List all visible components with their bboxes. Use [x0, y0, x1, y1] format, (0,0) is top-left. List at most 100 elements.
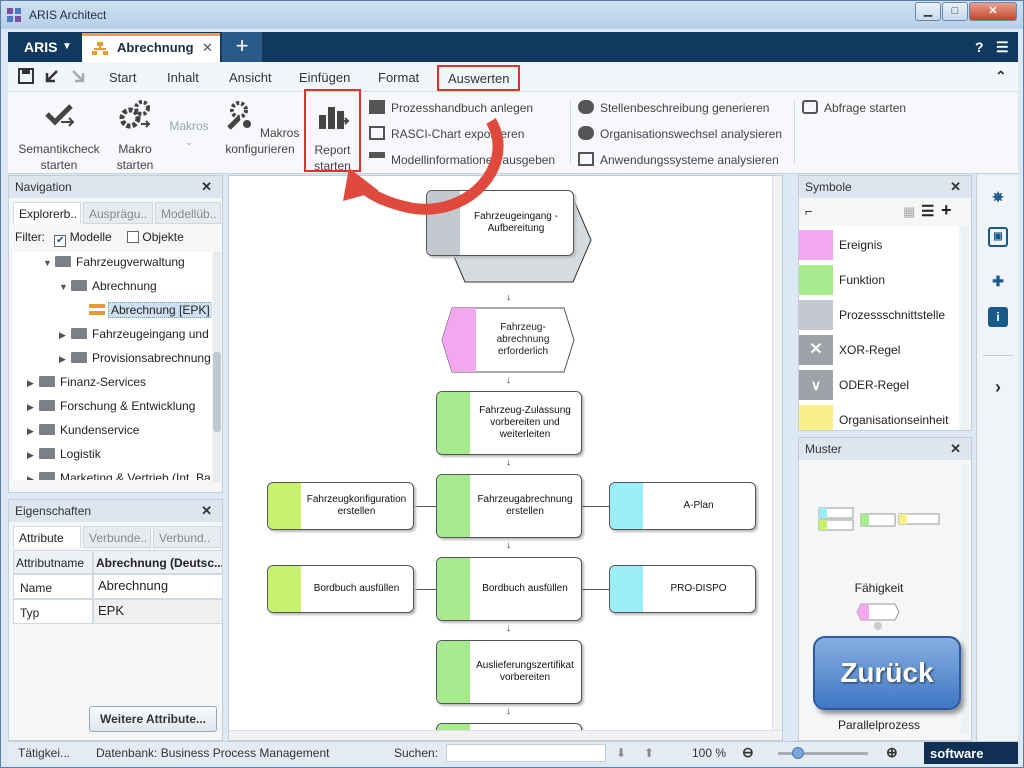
status-text: Tätigkei...: [18, 746, 71, 760]
tab-einfuegen[interactable]: Einfügen: [299, 70, 350, 85]
tab-format[interactable]: Format: [378, 70, 419, 85]
symbol-prozessschnittstelle[interactable]: Prozessschnittstelle: [799, 298, 959, 332]
close-icon[interactable]: ✕: [201, 179, 212, 195]
close-icon[interactable]: ✕: [950, 179, 961, 195]
pattern-parallelprozess[interactable]: Parallelprozess: [799, 718, 959, 732]
aris-menu-button[interactable]: ARIS ▼: [8, 32, 82, 62]
objekte-checkbox[interactable]: [127, 231, 140, 243]
folder-icon: [39, 424, 55, 435]
more-attributes-button[interactable]: Weitere Attribute...: [89, 706, 217, 732]
tree-item-selected[interactable]: Abrechnung [EPK]: [89, 302, 212, 318]
tab-verbunden-1[interactable]: Verbunde..: [83, 526, 151, 548]
zoom-in-icon[interactable]: ⊕: [886, 744, 898, 761]
function-icon: [799, 265, 833, 295]
tree-item[interactable]: ▼ Abrechnung: [59, 279, 157, 293]
attribute-value-cell[interactable]: Abrechnung: [93, 574, 223, 599]
makros-dropdown[interactable]: Makros ⌄: [166, 118, 212, 150]
symbol-oder-regel[interactable]: ∨ ODER-Regel: [799, 368, 959, 402]
tree-item[interactable]: ▶ Finanz-Services: [27, 375, 146, 389]
abfrage-starten-button[interactable]: Abfrage starten: [802, 100, 906, 115]
tab-modelluebersicht[interactable]: Modellüb..: [155, 202, 221, 224]
symbol-funktion[interactable]: Funktion: [799, 263, 959, 297]
function-node[interactable]: Bordbuch ausfüllen: [436, 557, 582, 621]
symbol-ereignis[interactable]: Ereignis: [799, 228, 959, 262]
tab-auspraegung[interactable]: Ausprägu..: [83, 202, 153, 224]
close-icon[interactable]: ✕: [950, 441, 961, 457]
tab-attribute[interactable]: Attribute: [13, 526, 81, 548]
close-button[interactable]: ✕: [969, 2, 1017, 21]
tree-item[interactable]: ▶ Kundenservice: [27, 423, 139, 437]
function-node[interactable]: Fahrzeug-Zulassung vorbereiten und weite…: [436, 391, 582, 455]
tab-start[interactable]: Start: [109, 70, 136, 85]
role-node[interactable]: Bordbuch ausfüllen: [267, 565, 414, 613]
function-node[interactable]: Auslieferungszertifikat vorbereiten: [436, 640, 582, 704]
close-icon[interactable]: ✕: [201, 503, 212, 519]
canvas-horizontal-scrollbar[interactable]: [229, 730, 782, 740]
scrollbar-thumb[interactable]: [213, 352, 221, 432]
hamburger-menu-icon[interactable]: ☰: [996, 39, 1009, 56]
connector-arrow: ↓: [506, 375, 511, 386]
vertical-scrollbar[interactable]: [961, 464, 969, 734]
list-view-icon[interactable]: ☰: [921, 202, 934, 220]
back-button[interactable]: Zurück: [813, 636, 961, 710]
tab-abrechnung[interactable]: Abrechnung ✕: [82, 33, 220, 62]
pattern-faehigkeit[interactable]: Fähigkeit: [799, 581, 959, 595]
connector-tool-icon[interactable]: ⌐: [805, 204, 813, 219]
symbol-xor-regel[interactable]: ✕ XOR-Regel: [799, 333, 959, 367]
tab-auswerten[interactable]: Auswerten: [437, 65, 521, 91]
function-node[interactable]: Fahrzeugabrechnung erstellen: [436, 474, 582, 538]
vertical-scrollbar[interactable]: [213, 252, 221, 482]
ribbon-tab-bar: Start Inhalt Ansicht Einfügen Format Aus…: [8, 62, 1018, 92]
anwendungssysteme-button[interactable]: Anwendungssysteme analysieren: [578, 152, 779, 167]
tree-item[interactable]: ▼ Fahrzeugverwaltung: [43, 255, 185, 269]
new-tab-button[interactable]: +: [222, 32, 262, 62]
search-down-icon[interactable]: ⬇: [616, 746, 626, 760]
tab-explorer[interactable]: Explorerb..: [13, 202, 81, 224]
tab-ansicht[interactable]: Ansicht: [229, 70, 272, 85]
tab-verbunden-2[interactable]: Verbund..: [153, 526, 221, 548]
status-bar: Tätigkei... Datenbank: Business Process …: [8, 741, 1018, 764]
tree-item[interactable]: ▶ Fahrzeugeingang und: [59, 327, 209, 341]
zoom-slider-thumb[interactable]: [792, 747, 804, 759]
navigator-icon[interactable]: ✵: [984, 183, 1012, 211]
stellenbeschreibung-button[interactable]: Stellenbeschreibung generieren: [578, 100, 769, 115]
redo-icon[interactable]: [70, 68, 86, 84]
puzzle-icon[interactable]: ✚: [984, 267, 1012, 295]
undo-icon[interactable]: [44, 68, 60, 84]
collapse-ribbon-icon[interactable]: ⌃: [995, 68, 1007, 85]
maximize-button[interactable]: □: [942, 2, 968, 21]
symbols-title: Symbole: [805, 180, 852, 194]
add-symbol-icon[interactable]: +: [941, 200, 952, 221]
properties-icon[interactable]: ▣: [988, 227, 1008, 247]
chevron-right-icon[interactable]: ›: [984, 373, 1012, 401]
canvas-vertical-scrollbar[interactable]: [772, 176, 782, 740]
filter-objekte-label: Objekte: [142, 230, 184, 244]
save-icon[interactable]: [18, 68, 34, 84]
minimize-button[interactable]: ▁: [915, 2, 941, 21]
zoom-out-icon[interactable]: ⊖: [742, 744, 754, 761]
search-input[interactable]: [446, 744, 606, 762]
zoom-slider[interactable]: [778, 747, 868, 759]
makros-konfigurieren-button[interactable]: Makros konfigurieren: [220, 98, 300, 157]
makro-starten-button[interactable]: Makro starten: [108, 98, 162, 173]
info-icon[interactable]: i: [988, 307, 1008, 327]
tree-item[interactable]: ▶ Forschung & Entwicklung: [27, 399, 195, 413]
vertical-scrollbar[interactable]: [961, 226, 969, 430]
search-up-icon[interactable]: ⬆: [644, 746, 654, 760]
symbol-organisationseinheit[interactable]: Organisationseinheit: [799, 403, 959, 430]
tab-inhalt[interactable]: Inhalt: [167, 70, 199, 85]
semantikcheck-button[interactable]: Semantikcheck starten: [16, 98, 102, 173]
tree-item[interactable]: ▶ Provisionsabrechnung: [59, 351, 211, 365]
organisationswechsel-button[interactable]: Organisationswechsel analysieren: [578, 126, 782, 141]
tree-item[interactable]: ▶ Logistik: [27, 447, 101, 461]
modelle-checkbox[interactable]: ✔: [54, 235, 67, 247]
chevron-down-icon: ▼: [62, 41, 72, 52]
help-button[interactable]: ?: [975, 39, 984, 55]
role-node[interactable]: Fahrzeugkonfiguration erstellen: [267, 482, 414, 530]
model-canvas[interactable]: Fahrzeugeingang - Aufbereitung ↓ Fahrzeu…: [228, 175, 783, 741]
close-tab-icon[interactable]: ✕: [202, 40, 213, 56]
application-system-node[interactable]: A-Plan: [609, 482, 756, 530]
tree-item[interactable]: ▶ Marketing & Vertrieb (Int. Ba: [27, 471, 211, 480]
application-system-node[interactable]: PRO-DISPO: [609, 565, 756, 613]
grid-view-icon[interactable]: ▦: [903, 204, 915, 220]
